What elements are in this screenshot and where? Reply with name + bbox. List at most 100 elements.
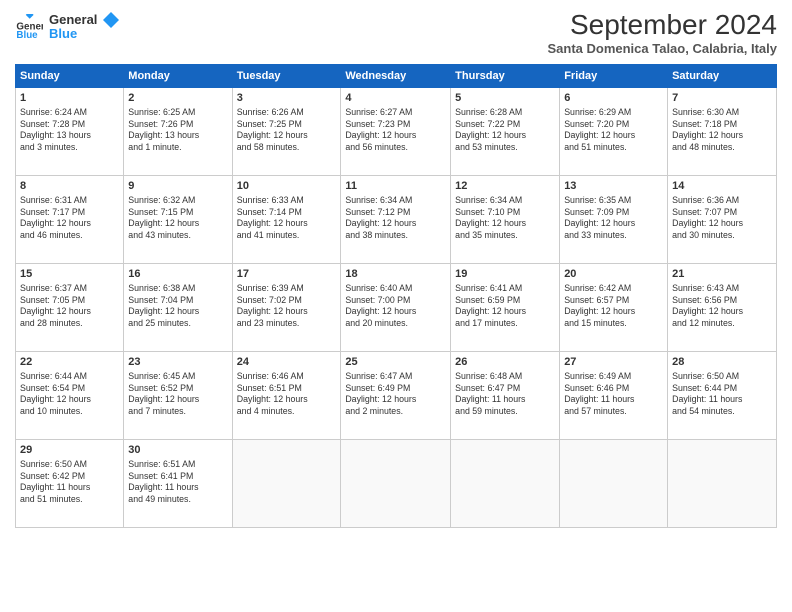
calendar-cell: 13Sunrise: 6:35 AM Sunset: 7:09 PM Dayli…: [560, 175, 668, 263]
day-number: 18: [345, 267, 446, 282]
day-number: 14: [672, 179, 772, 194]
logo-icon: General Blue: [15, 14, 43, 42]
calendar-header-row: SundayMondayTuesdayWednesdayThursdayFrid…: [16, 64, 777, 87]
day-number: 8: [20, 179, 119, 194]
day-number: 23: [128, 355, 227, 370]
day-number: 1: [20, 91, 119, 106]
day-number: 3: [237, 91, 337, 106]
day-number: 15: [20, 267, 119, 282]
day-info: Sunrise: 6:49 AM Sunset: 6:46 PM Dayligh…: [564, 371, 663, 419]
calendar-cell: 18Sunrise: 6:40 AM Sunset: 7:00 PM Dayli…: [341, 263, 451, 351]
calendar-cell: 8Sunrise: 6:31 AM Sunset: 7:17 PM Daylig…: [16, 175, 124, 263]
calendar-cell: 19Sunrise: 6:41 AM Sunset: 6:59 PM Dayli…: [451, 263, 560, 351]
calendar-cell: 23Sunrise: 6:45 AM Sunset: 6:52 PM Dayli…: [124, 351, 232, 439]
day-info: Sunrise: 6:43 AM Sunset: 6:56 PM Dayligh…: [672, 283, 772, 331]
calendar-cell: 30Sunrise: 6:51 AM Sunset: 6:41 PM Dayli…: [124, 439, 232, 527]
calendar-cell: 25Sunrise: 6:47 AM Sunset: 6:49 PM Dayli…: [341, 351, 451, 439]
header: General Blue General Blue September 2024…: [15, 10, 777, 56]
day-info: Sunrise: 6:32 AM Sunset: 7:15 PM Dayligh…: [128, 195, 227, 243]
calendar-cell: [341, 439, 451, 527]
day-number: 27: [564, 355, 663, 370]
calendar-week-5: 29Sunrise: 6:50 AM Sunset: 6:42 PM Dayli…: [16, 439, 777, 527]
day-info: Sunrise: 6:45 AM Sunset: 6:52 PM Dayligh…: [128, 371, 227, 419]
page: General Blue General Blue September 2024…: [0, 0, 792, 612]
calendar-cell: 20Sunrise: 6:42 AM Sunset: 6:57 PM Dayli…: [560, 263, 668, 351]
day-info: Sunrise: 6:33 AM Sunset: 7:14 PM Dayligh…: [237, 195, 337, 243]
day-number: 17: [237, 267, 337, 282]
calendar-cell: 9Sunrise: 6:32 AM Sunset: 7:15 PM Daylig…: [124, 175, 232, 263]
day-info: Sunrise: 6:50 AM Sunset: 6:42 PM Dayligh…: [20, 459, 119, 507]
calendar-cell: 5Sunrise: 6:28 AM Sunset: 7:22 PM Daylig…: [451, 87, 560, 175]
day-info: Sunrise: 6:39 AM Sunset: 7:02 PM Dayligh…: [237, 283, 337, 331]
day-info: Sunrise: 6:29 AM Sunset: 7:20 PM Dayligh…: [564, 107, 663, 155]
day-info: Sunrise: 6:27 AM Sunset: 7:23 PM Dayligh…: [345, 107, 446, 155]
calendar-cell: 14Sunrise: 6:36 AM Sunset: 7:07 PM Dayli…: [668, 175, 777, 263]
calendar-week-3: 15Sunrise: 6:37 AM Sunset: 7:05 PM Dayli…: [16, 263, 777, 351]
calendar-cell: 15Sunrise: 6:37 AM Sunset: 7:05 PM Dayli…: [16, 263, 124, 351]
day-info: Sunrise: 6:41 AM Sunset: 6:59 PM Dayligh…: [455, 283, 555, 331]
day-number: 10: [237, 179, 337, 194]
calendar-cell: 28Sunrise: 6:50 AM Sunset: 6:44 PM Dayli…: [668, 351, 777, 439]
day-info: Sunrise: 6:44 AM Sunset: 6:54 PM Dayligh…: [20, 371, 119, 419]
day-number: 12: [455, 179, 555, 194]
day-number: 19: [455, 267, 555, 282]
calendar-cell: 26Sunrise: 6:48 AM Sunset: 6:47 PM Dayli…: [451, 351, 560, 439]
day-number: 28: [672, 355, 772, 370]
day-number: 6: [564, 91, 663, 106]
svg-text:General: General: [49, 12, 97, 27]
calendar-week-1: 1Sunrise: 6:24 AM Sunset: 7:28 PM Daylig…: [16, 87, 777, 175]
day-number: 16: [128, 267, 227, 282]
day-info: Sunrise: 6:25 AM Sunset: 7:26 PM Dayligh…: [128, 107, 227, 155]
day-info: Sunrise: 6:47 AM Sunset: 6:49 PM Dayligh…: [345, 371, 446, 419]
day-number: 9: [128, 179, 227, 194]
calendar-cell: [232, 439, 341, 527]
calendar-header-friday: Friday: [560, 64, 668, 87]
day-number: 22: [20, 355, 119, 370]
calendar-header-saturday: Saturday: [668, 64, 777, 87]
calendar-cell: 6Sunrise: 6:29 AM Sunset: 7:20 PM Daylig…: [560, 87, 668, 175]
calendar-header-monday: Monday: [124, 64, 232, 87]
day-info: Sunrise: 6:48 AM Sunset: 6:47 PM Dayligh…: [455, 371, 555, 419]
calendar-header-tuesday: Tuesday: [232, 64, 341, 87]
day-info: Sunrise: 6:38 AM Sunset: 7:04 PM Dayligh…: [128, 283, 227, 331]
day-number: 21: [672, 267, 772, 282]
calendar-week-4: 22Sunrise: 6:44 AM Sunset: 6:54 PM Dayli…: [16, 351, 777, 439]
calendar-cell: 17Sunrise: 6:39 AM Sunset: 7:02 PM Dayli…: [232, 263, 341, 351]
day-info: Sunrise: 6:46 AM Sunset: 6:51 PM Dayligh…: [237, 371, 337, 419]
calendar-cell: 2Sunrise: 6:25 AM Sunset: 7:26 PM Daylig…: [124, 87, 232, 175]
title-block: September 2024 Santa Domenica Talao, Cal…: [547, 10, 777, 56]
calendar-cell: 7Sunrise: 6:30 AM Sunset: 7:18 PM Daylig…: [668, 87, 777, 175]
day-number: 29: [20, 443, 119, 458]
day-info: Sunrise: 6:50 AM Sunset: 6:44 PM Dayligh…: [672, 371, 772, 419]
calendar: SundayMondayTuesdayWednesdayThursdayFrid…: [15, 64, 777, 528]
calendar-cell: [668, 439, 777, 527]
day-info: Sunrise: 6:36 AM Sunset: 7:07 PM Dayligh…: [672, 195, 772, 243]
day-number: 20: [564, 267, 663, 282]
calendar-cell: 11Sunrise: 6:34 AM Sunset: 7:12 PM Dayli…: [341, 175, 451, 263]
calendar-cell: [560, 439, 668, 527]
calendar-cell: 27Sunrise: 6:49 AM Sunset: 6:46 PM Dayli…: [560, 351, 668, 439]
day-info: Sunrise: 6:34 AM Sunset: 7:12 PM Dayligh…: [345, 195, 446, 243]
calendar-header-wednesday: Wednesday: [341, 64, 451, 87]
calendar-week-2: 8Sunrise: 6:31 AM Sunset: 7:17 PM Daylig…: [16, 175, 777, 263]
logo-svg: General Blue: [49, 10, 119, 46]
day-number: 4: [345, 91, 446, 106]
day-number: 11: [345, 179, 446, 194]
day-info: Sunrise: 6:40 AM Sunset: 7:00 PM Dayligh…: [345, 283, 446, 331]
day-info: Sunrise: 6:35 AM Sunset: 7:09 PM Dayligh…: [564, 195, 663, 243]
day-info: Sunrise: 6:34 AM Sunset: 7:10 PM Dayligh…: [455, 195, 555, 243]
main-title: September 2024: [547, 10, 777, 41]
subtitle: Santa Domenica Talao, Calabria, Italy: [547, 41, 777, 56]
calendar-cell: 22Sunrise: 6:44 AM Sunset: 6:54 PM Dayli…: [16, 351, 124, 439]
day-number: 30: [128, 443, 227, 458]
calendar-cell: 21Sunrise: 6:43 AM Sunset: 6:56 PM Dayli…: [668, 263, 777, 351]
svg-text:Blue: Blue: [49, 26, 77, 41]
calendar-header-thursday: Thursday: [451, 64, 560, 87]
calendar-cell: 1Sunrise: 6:24 AM Sunset: 7:28 PM Daylig…: [16, 87, 124, 175]
day-info: Sunrise: 6:26 AM Sunset: 7:25 PM Dayligh…: [237, 107, 337, 155]
day-info: Sunrise: 6:28 AM Sunset: 7:22 PM Dayligh…: [455, 107, 555, 155]
calendar-cell: 24Sunrise: 6:46 AM Sunset: 6:51 PM Dayli…: [232, 351, 341, 439]
day-number: 7: [672, 91, 772, 106]
day-number: 13: [564, 179, 663, 194]
day-number: 25: [345, 355, 446, 370]
